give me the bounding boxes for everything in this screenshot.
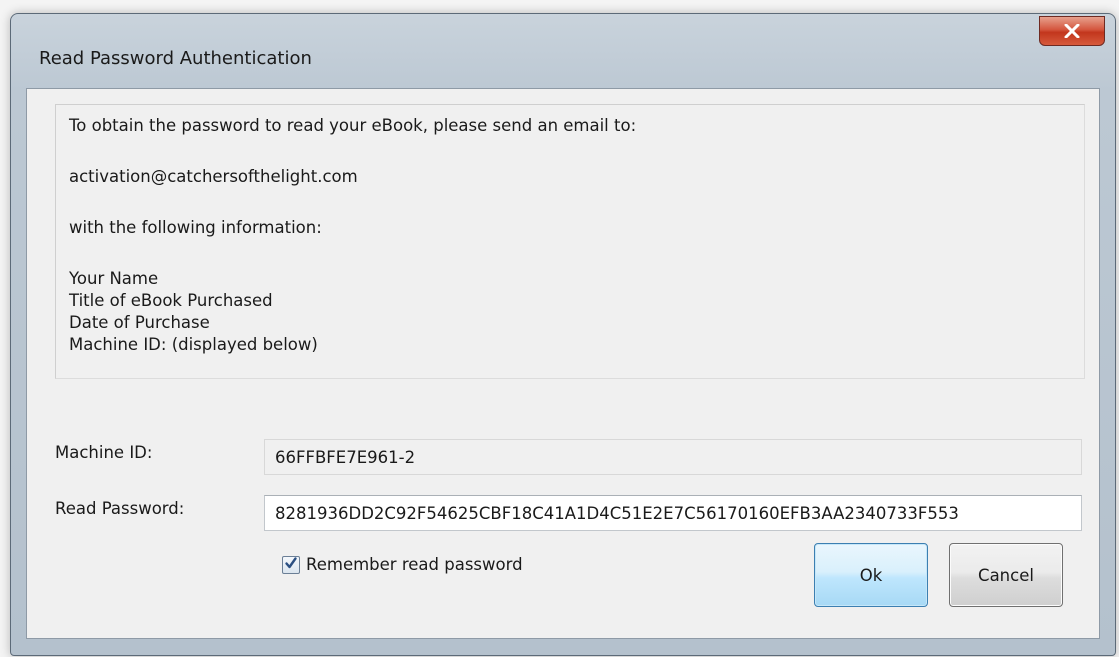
info-item: Machine ID: (displayed below) [69, 335, 318, 354]
checkmark-icon [284, 555, 298, 574]
instruction-line: To obtain the password to read your eBoo… [69, 116, 637, 135]
cancel-button[interactable]: Cancel [949, 543, 1063, 607]
close-icon [1064, 24, 1080, 38]
info-item: Title of eBook Purchased [69, 291, 273, 310]
close-button[interactable] [1039, 16, 1105, 46]
instruction-line: with the following information: [69, 218, 322, 237]
activation-email: activation@catchersofthelight.com [69, 167, 358, 186]
info-item: Your Name [69, 269, 159, 288]
remember-password-option[interactable]: Remember read password [282, 555, 523, 574]
machine-id-label: Machine ID: [55, 443, 153, 462]
remember-password-checkbox[interactable] [282, 555, 300, 574]
remember-password-label[interactable]: Remember read password [306, 555, 523, 574]
ok-button[interactable]: Ok [814, 543, 928, 607]
info-item: Date of Purchase [69, 313, 210, 332]
title-bar[interactable]: Read Password Authentication [11, 14, 1115, 92]
window-title: Read Password Authentication [39, 48, 312, 69]
instructions-panel: To obtain the password to read your eBoo… [55, 104, 1085, 379]
dialog-window: Read Password Authentication To obtain t… [10, 13, 1116, 656]
dialog-client-area: To obtain the password to read your eBoo… [26, 88, 1100, 639]
read-password-label: Read Password: [55, 499, 185, 518]
read-password-input[interactable]: 8281936DD2C92F54625CBF18C41A1D4C51E2E7C5… [264, 495, 1082, 531]
machine-id-field[interactable]: 66FFBFE7E961-2 [264, 439, 1082, 475]
